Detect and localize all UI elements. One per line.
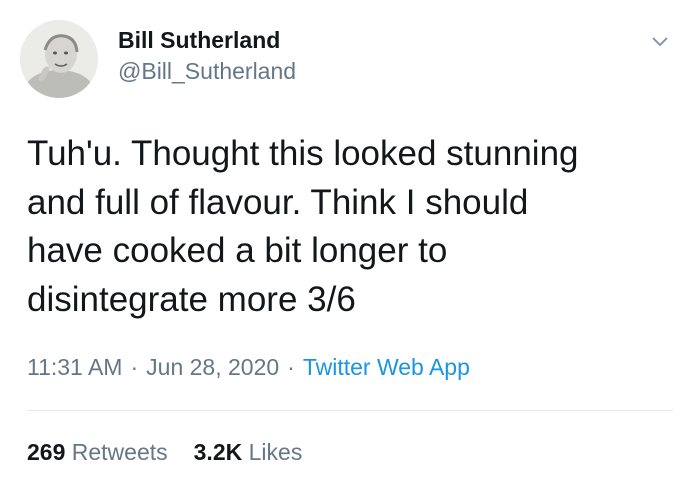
tweet-time[interactable]: 11:31 AM xyxy=(27,354,122,380)
retweets-count: 269 xyxy=(27,439,66,465)
avatar-portrait-icon xyxy=(20,20,98,98)
author-display-name[interactable]: Bill Sutherland xyxy=(118,25,296,55)
tweet-date[interactable]: Jun 28, 2020 xyxy=(146,354,279,380)
tweet-stats: 269 Retweets 3.2K Likes xyxy=(27,437,302,467)
retweets-stat[interactable]: 269 Retweets xyxy=(27,439,168,465)
tweet-metadata: 11:31 AM · Jun 28, 2020 · Twitter Web App xyxy=(27,352,470,382)
likes-stat[interactable]: 3.2K Likes xyxy=(194,439,303,465)
author-handle[interactable]: @Bill_Sutherland xyxy=(118,55,296,87)
retweets-label: Retweets xyxy=(71,439,168,465)
likes-label: Likes xyxy=(248,439,303,465)
chevron-down-icon xyxy=(652,37,668,47)
author-info: Bill Sutherland @Bill_Sutherland xyxy=(118,25,296,87)
author-avatar[interactable] xyxy=(20,20,98,98)
tweet-source-link[interactable]: Twitter Web App xyxy=(303,354,470,380)
likes-count: 3.2K xyxy=(193,439,243,465)
divider xyxy=(27,410,673,411)
tweet-header: Bill Sutherland @Bill_Sutherland xyxy=(20,20,296,98)
meta-separator: · xyxy=(130,354,139,380)
tweet-text: Tuh'u. Thought this looked stunning and … xyxy=(27,134,579,319)
more-options-button[interactable] xyxy=(649,30,671,52)
meta-separator: · xyxy=(287,354,295,380)
tweet-card: Bill Sutherland @Bill_Sutherland Tuh'u. … xyxy=(0,0,700,493)
